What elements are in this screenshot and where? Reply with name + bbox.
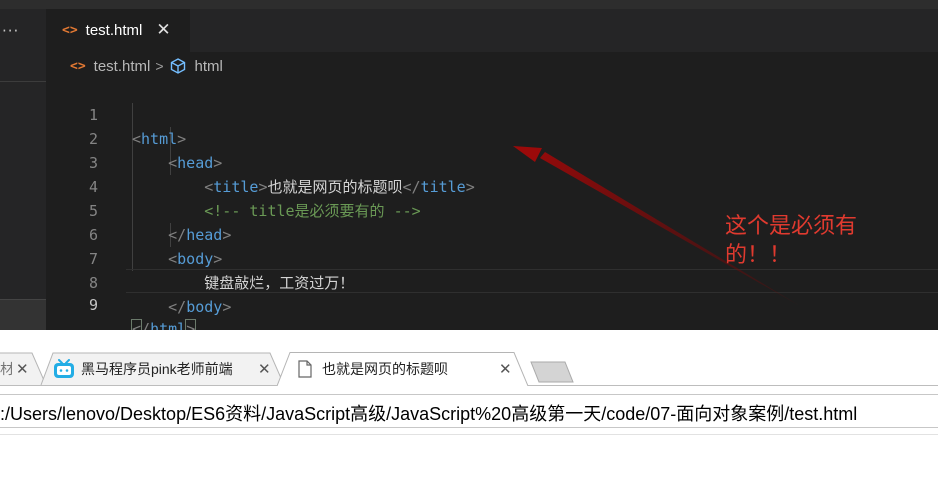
line-code: </html> [130,317,197,330]
code-brackets-icon: <> [62,23,78,38]
sidebar-section[interactable] [0,299,46,330]
breadcrumb-file[interactable]: test.html [94,58,151,75]
more-actions-icon[interactable]: ··· [2,22,19,40]
browser-tab-label: 黑马程序员pink老师前端 [81,361,233,377]
line-code: </body> [168,298,232,316]
address-bar[interactable]: :/Users/lenovo/Desktop/ES6资料/JavaScript高… [0,394,938,428]
cube-icon [170,58,185,74]
editor-tab-bar: <> test.html ✕ [46,9,938,52]
editor-tab-label: test.html [85,22,143,39]
breadcrumb-symbol[interactable]: html [195,58,223,75]
browser-tab-label: 也就是网页的标题呗 [322,361,448,377]
close-icon[interactable]: ✕ [16,360,29,378]
code-line: 9 </html> [46,269,938,330]
code-line: 2 <head> [46,103,938,172]
url-text[interactable]: :/Users/lenovo/Desktop/ES6资料/JavaScript高… [0,400,857,426]
code-brackets-icon: <> [70,58,86,74]
breadcrumb-separator: > [155,58,164,74]
breadcrumb: <> test.html > html [46,52,938,80]
title-strip [0,0,938,9]
close-icon[interactable]: ✕ [156,22,170,39]
page-icon [298,360,312,378]
code-line: 4 <!-- title是必须要有的 --> [46,151,938,220]
annotation-note: 这个是必须有 的！！ [725,211,885,269]
code-line: 1 <html> [46,79,938,148]
toolbar-divider [0,434,938,435]
annotation-line: 的！！ [725,242,792,267]
browser-window: 材 ✕ 黑马程序员pink老师前端 ✕ 也就是网页的标题呗 ✕:/Users/… [0,330,938,485]
bilibili-icon [54,359,74,378]
code-editor: ··· <> test.html ✕ <> test.html > html 1… [0,0,938,330]
code-line: 3 <title>也就是网页的标题呗</title> [46,127,938,196]
code-line: 5 </head> [46,175,938,244]
line-number: 9 [88,296,98,314]
browser-tab-active[interactable]: 也就是网页的标题呗 ✕ [277,352,529,386]
browser-tab[interactable]: 黑马程序员pink老师前端 ✕ [40,352,286,386]
annotation-line: 这个是必须有 [725,213,858,238]
editor-tab-test-html[interactable]: <> test.html ✕ [46,9,190,52]
browser-tab-strip: 材 ✕ 黑马程序员pink老师前端 ✕ 也就是网页的标题呗 ✕ [0,330,938,388]
close-icon[interactable]: ✕ [499,360,512,378]
sidebar-divider [0,81,46,82]
browser-tab-label: 材 [0,361,12,377]
explorer-sidebar: ··· [0,9,46,330]
close-icon[interactable]: ✕ [258,360,271,378]
new-tab-button[interactable] [528,360,576,384]
